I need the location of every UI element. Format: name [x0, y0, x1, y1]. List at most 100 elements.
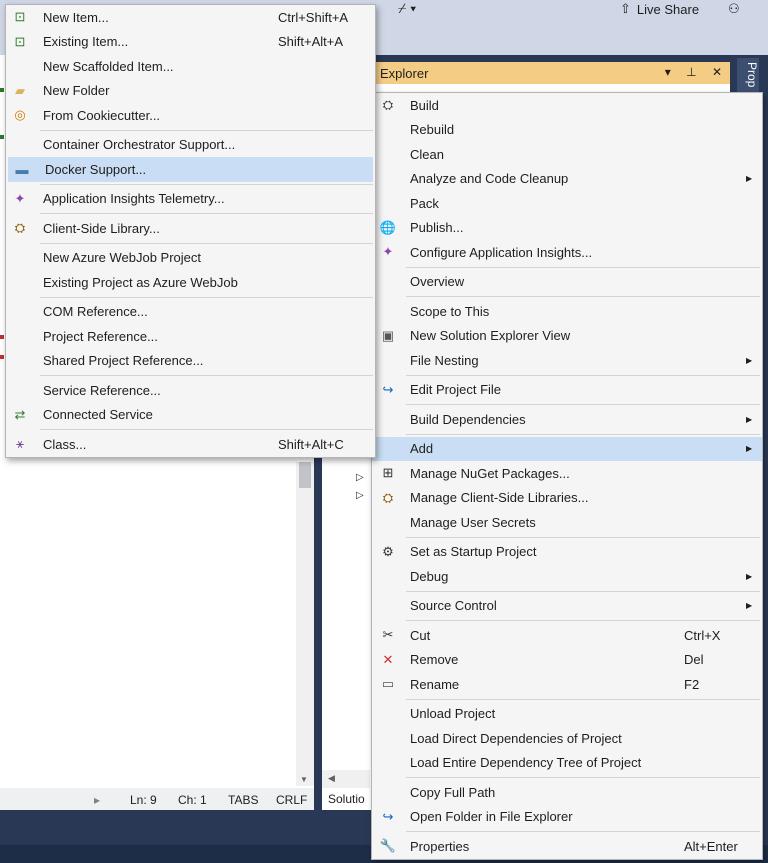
person-icon[interactable]: ⚇ [728, 1, 740, 17]
menu-item-label: New Azure WebJob Project [43, 250, 201, 266]
menu-item-unload-project[interactable]: Unload Project [372, 702, 762, 727]
menu-item-label: Connected Service [43, 407, 153, 423]
tree-expand-icon[interactable]: ▷ [356, 472, 364, 483]
menu-item-add[interactable]: Add ▶ [372, 436, 762, 461]
menu-item-class[interactable]: ⚹ Class... Shift+Alt+C [6, 432, 375, 457]
menu-item-manage-client-side-libraries[interactable]: ⛭ Manage Client-Side Libraries... [372, 486, 762, 511]
docker-icon: ▬ [15, 161, 29, 177]
menu-item-manage-user-secrets[interactable]: Manage User Secrets [372, 510, 762, 535]
status-expand-icon[interactable]: ▸ [94, 793, 100, 807]
menu-item-open-folder-in-file-explorer[interactable]: ↪ Open Folder in File Explorer [372, 805, 762, 830]
menu-item-label: Set as Startup Project [410, 544, 537, 560]
menu-item-build-dependencies[interactable]: Build Dependencies ▶ [372, 407, 762, 432]
menu-item-manage-nuget-packages[interactable]: ⊞ Manage NuGet Packages... [372, 461, 762, 486]
menu-item-docker-support[interactable]: ▬ Docker Support... [8, 157, 373, 182]
menu-item-set-as-startup-project[interactable]: ⚙ Set as Startup Project [372, 540, 762, 565]
menu-item-rename[interactable]: ▭ Rename F2 [372, 672, 762, 697]
submenu-arrow-icon: ▶ [746, 174, 753, 184]
insights-icon: ✦ [382, 244, 394, 260]
menu-item-label: Open Folder in File Explorer [410, 809, 573, 825]
library-icon: ⛭ [382, 489, 394, 505]
menu-item-from-cookiecutter[interactable]: ◎ From Cookiecutter... [6, 103, 375, 128]
scroll-left-arrow-icon[interactable]: ◀ [328, 773, 335, 784]
menu-item-service-reference[interactable]: Service Reference... [6, 378, 375, 403]
menu-item-build[interactable]: ⛭ Build [372, 93, 762, 118]
menu-item-shortcut: Shift+Alt+C [278, 436, 344, 452]
menu-item-new-solution-explorer-view[interactable]: ▣ New Solution Explorer View [372, 324, 762, 349]
menu-item-label: Add [410, 441, 434, 457]
editor-gutter-mark [0, 135, 4, 139]
menu-item-clean[interactable]: Clean [372, 142, 762, 167]
status-line-ending[interactable]: CRLF [276, 793, 307, 807]
menu-item-source-control[interactable]: Source Control ▶ [372, 594, 762, 619]
new-item-icon: ⊡ [14, 9, 26, 25]
remove-icon: ✕ [382, 651, 394, 667]
scroll-down-arrow-icon[interactable]: ▼ [300, 775, 308, 784]
menu-item-load-direct-dependencies-of-project[interactable]: Load Direct Dependencies of Project [372, 726, 762, 751]
menu-item-label: Debug [410, 568, 449, 584]
menu-item-label: Remove [410, 652, 459, 668]
menu-item-label: Manage User Secrets [410, 514, 536, 530]
menu-item-load-entire-dependency-tree-of-project[interactable]: Load Entire Dependency Tree of Project [372, 751, 762, 776]
menu-item-label: Manage Client-Side Libraries... [410, 490, 589, 506]
scrollbar-thumb[interactable] [299, 462, 311, 488]
insights-icon: ✦ [14, 190, 26, 206]
menu-item-com-reference[interactable]: COM Reference... [6, 300, 375, 325]
menu-item-publish[interactable]: 🌐 Publish... [372, 216, 762, 241]
toolbar-tool-icon[interactable]: ⌿ ▾ [398, 0, 416, 17]
tree-expand-icon[interactable]: ▷ [356, 490, 364, 501]
status-tabs[interactable]: TABS [228, 793, 258, 807]
menu-item-label: Client-Side Library... [43, 220, 160, 236]
menu-item-properties[interactable]: 🔧 Properties Alt+Enter [372, 834, 762, 859]
submenu-arrow-icon: ▶ [746, 414, 753, 424]
menu-item-new-item[interactable]: ⊡ New Item... Ctrl+Shift+A [6, 5, 375, 30]
edit-arrow-icon: ↪ [382, 381, 394, 397]
menu-item-existing-item[interactable]: ⊡ Existing Item... Shift+Alt+A [6, 30, 375, 55]
live-share-button[interactable]: ⇧ Live Share [620, 0, 699, 18]
submenu-arrow-icon: ▶ [746, 571, 753, 581]
menu-item-pack[interactable]: Pack [372, 191, 762, 216]
menu-item-new-scaffolded-item[interactable]: New Scaffolded Item... [6, 54, 375, 79]
menu-item-label: Build [410, 97, 439, 113]
scissors-icon: ✂ [382, 627, 394, 643]
menu-item-analyze-and-code-cleanup[interactable]: Analyze and Code Cleanup ▶ [372, 167, 762, 192]
editor-vertical-scrollbar[interactable]: ▼ [296, 462, 314, 786]
menu-item-application-insights-telemetry[interactable]: ✦ Application Insights Telemetry... [6, 187, 375, 212]
menu-item-scope-to-this[interactable]: Scope to This [372, 299, 762, 324]
menu-item-cut[interactable]: ✂ Cut Ctrl+X [372, 623, 762, 648]
menu-item-existing-project-as-azure-webjob[interactable]: Existing Project as Azure WebJob [6, 270, 375, 295]
menu-item-client-side-library[interactable]: ⛭ Client-Side Library... [6, 216, 375, 241]
submenu-arrow-icon: ▶ [746, 601, 753, 611]
menu-item-rebuild[interactable]: Rebuild [372, 118, 762, 143]
nuget-icon: ⊞ [382, 465, 394, 481]
menu-item-new-azure-webjob-project[interactable]: New Azure WebJob Project [6, 246, 375, 271]
solution-explorer-hscroll[interactable]: ◀ [322, 770, 370, 788]
menu-item-configure-application-insights[interactable]: ✦ Configure Application Insights... [372, 240, 762, 265]
menu-item-remove[interactable]: ✕ Remove Del [372, 648, 762, 673]
menu-item-label: File Nesting [410, 352, 479, 368]
solution-explorer-tab[interactable]: Solutio [322, 788, 370, 810]
panel-controls[interactable]: ▾ ⊥ ✕ [665, 65, 728, 79]
menu-item-label: Existing Item... [43, 34, 129, 50]
editor-gutter-mark [0, 88, 4, 92]
menu-item-label: Container Orchestrator Support... [43, 137, 236, 153]
menu-item-label: Properties [410, 838, 470, 854]
menu-item-debug[interactable]: Debug ▶ [372, 564, 762, 589]
menu-item-new-folder[interactable]: ▰ New Folder [6, 79, 375, 104]
menu-item-label: Clean [410, 146, 444, 162]
menu-item-label: Shared Project Reference... [43, 353, 204, 369]
menu-item-copy-full-path[interactable]: Copy Full Path [372, 780, 762, 805]
menu-item-container-orchestrator-support[interactable]: Container Orchestrator Support... [6, 133, 375, 158]
menu-item-shortcut: Alt+Enter [684, 838, 738, 854]
menu-item-project-reference[interactable]: Project Reference... [6, 324, 375, 349]
menu-item-label: Rebuild [410, 122, 455, 138]
menu-item-label: Load Direct Dependencies of Project [410, 730, 622, 746]
add-submenu: ⊡ New Item... Ctrl+Shift+A ⊡ Existing Item..… [5, 4, 376, 458]
menu-item-connected-service[interactable]: ⇄ Connected Service [6, 403, 375, 428]
menu-item-overview[interactable]: Overview [372, 270, 762, 295]
cookiecutter-icon: ◎ [14, 107, 26, 123]
project-context-menu: ⛭ Build Rebuild Clean Analyze and Code Clean… [371, 92, 763, 860]
menu-item-edit-project-file[interactable]: ↪ Edit Project File [372, 378, 762, 403]
menu-item-shared-project-reference[interactable]: Shared Project Reference... [6, 349, 375, 374]
menu-item-file-nesting[interactable]: File Nesting ▶ [372, 348, 762, 373]
